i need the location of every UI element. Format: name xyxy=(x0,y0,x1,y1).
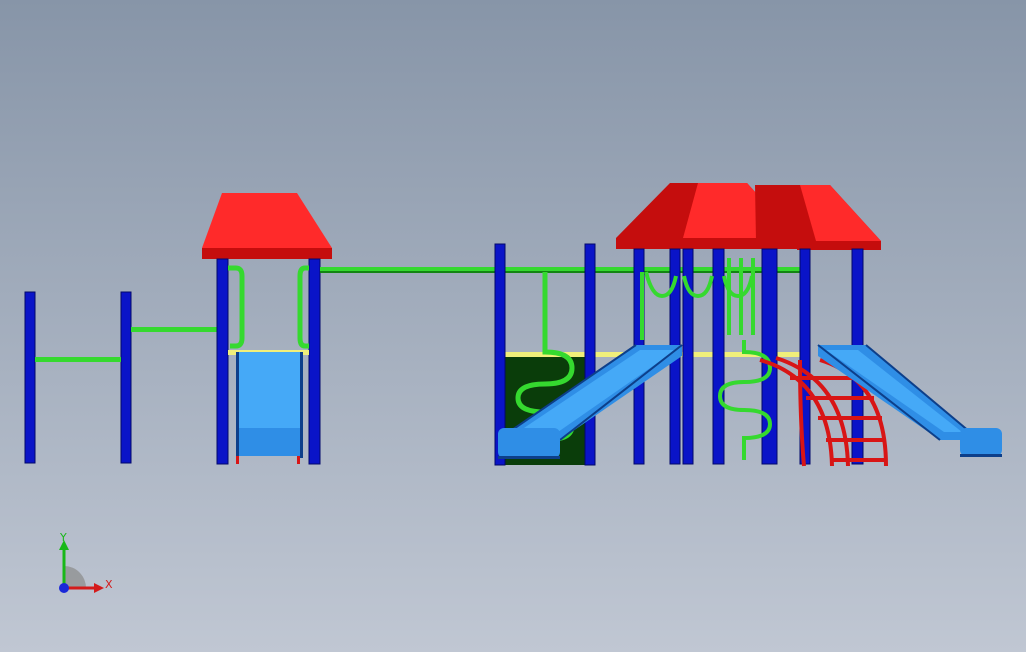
slide-edge xyxy=(300,352,303,458)
slide-exit xyxy=(238,428,301,456)
rail xyxy=(131,327,218,332)
post xyxy=(216,258,229,465)
small-tower[interactable] xyxy=(202,193,332,465)
slide-exit xyxy=(498,428,560,458)
loop-rails xyxy=(644,271,754,299)
post xyxy=(24,291,36,464)
hand-rail xyxy=(297,265,309,349)
post xyxy=(584,243,596,466)
graphics-viewport[interactable]: Y X xyxy=(0,0,1026,652)
post xyxy=(712,248,725,465)
slide-exit-edge xyxy=(960,454,1002,457)
slide-foot xyxy=(297,456,300,464)
reference-triad: Y X xyxy=(59,531,113,593)
roof-edge xyxy=(202,248,332,259)
rail xyxy=(35,357,121,362)
hand-rail xyxy=(228,265,245,349)
left-bar-frame[interactable] xyxy=(24,291,218,464)
roof xyxy=(202,193,332,248)
slide-foot xyxy=(236,456,239,464)
playground-model[interactable] xyxy=(0,0,1026,652)
post xyxy=(308,258,321,465)
slide-exit-edge xyxy=(498,456,560,459)
z-axis-dot-icon xyxy=(59,583,69,593)
slide-exit xyxy=(960,428,1002,456)
y-axis-label: Y xyxy=(59,531,67,544)
x-axis-arrowhead-icon xyxy=(94,583,104,593)
slide xyxy=(238,352,301,428)
slide-edge xyxy=(236,352,239,458)
x-axis-label: X xyxy=(105,578,113,591)
post xyxy=(120,291,132,464)
main-structure[interactable] xyxy=(494,183,1002,467)
